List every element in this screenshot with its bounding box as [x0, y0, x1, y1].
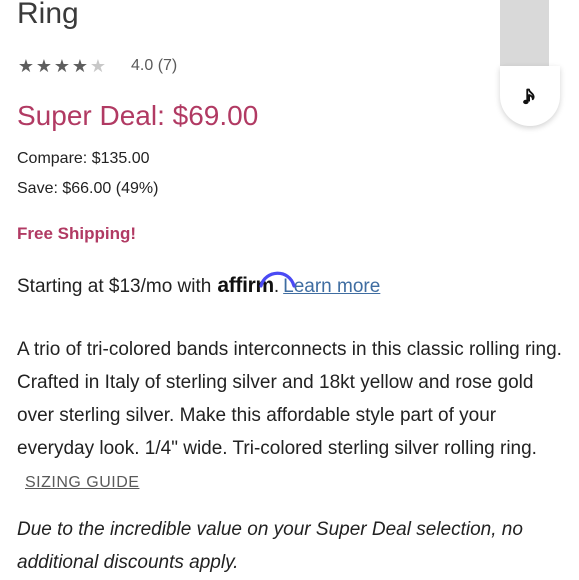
learn-more-link[interactable]: Learn more: [283, 273, 380, 301]
product-description: A trio of tri-colored bands interconnect…: [17, 333, 565, 499]
product-title: Ring: [17, 0, 79, 30]
star-icon: ★: [53, 56, 71, 76]
sizing-guide-link[interactable]: SIZING GUIDE: [25, 474, 139, 491]
compare-price: Compare: $135.00: [17, 150, 150, 167]
star-icon: ★: [35, 56, 53, 76]
star-icon: ★: [17, 56, 35, 76]
music-note-icon: [523, 88, 535, 105]
description-text: A trio of tri-colored bands interconnect…: [17, 339, 562, 459]
audio-button[interactable]: [500, 66, 560, 126]
super-deal-price: Super Deal: $69.00: [17, 100, 259, 131]
star-rating: ★ ★ ★ ★ ★: [17, 54, 107, 78]
affirm-arc-icon: [259, 271, 296, 288]
deal-disclaimer: Due to the incredible value on your Supe…: [17, 519, 523, 573]
savings-amount: Save: $66.00 (49%): [17, 180, 159, 197]
rating-count[interactable]: 4.0 (7): [131, 57, 177, 75]
star-icon: ★: [89, 56, 107, 76]
rating-row[interactable]: ★ ★ ★ ★ ★ 4.0 (7): [17, 54, 177, 78]
scrollbar-track[interactable]: [500, 0, 549, 66]
free-shipping-label: Free Shipping!: [17, 224, 136, 243]
financing-line: Starting at $13/mo with affirm . Learn m…: [17, 271, 380, 301]
star-icon: ★: [71, 56, 89, 76]
affirm-logo: affirm: [217, 271, 296, 300]
financing-text: Starting at $13/mo with: [17, 276, 212, 297]
